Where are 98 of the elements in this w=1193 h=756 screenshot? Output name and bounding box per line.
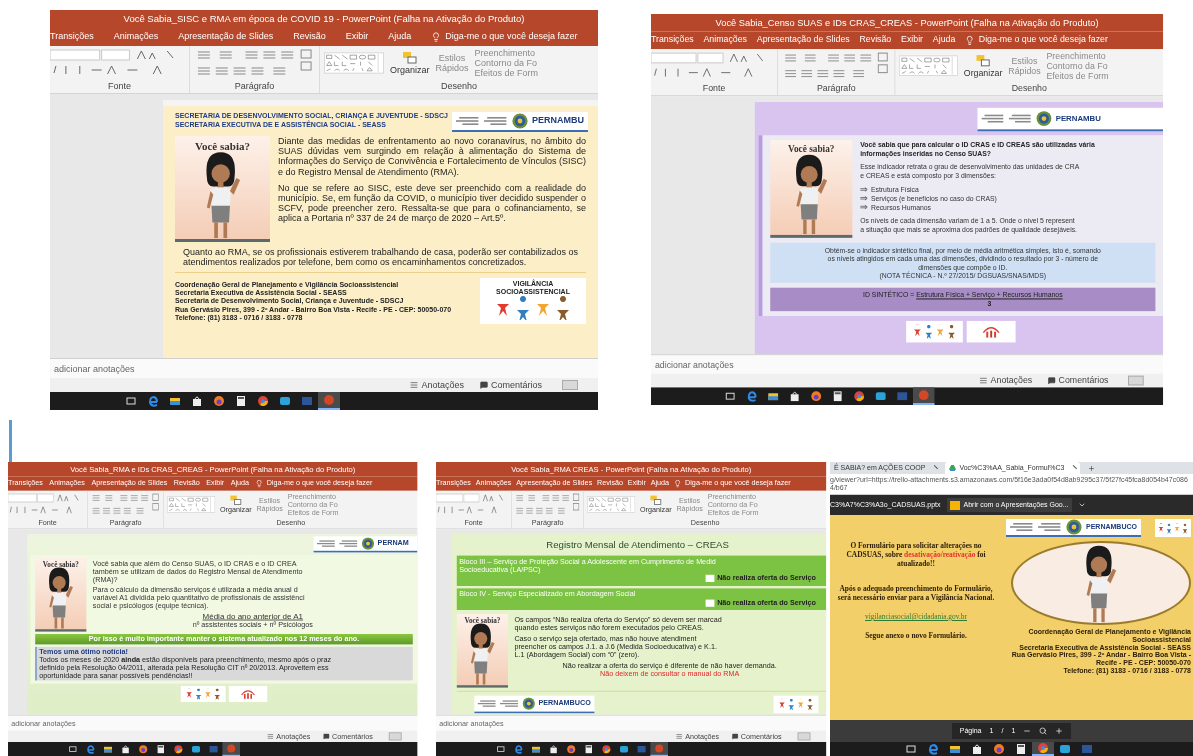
shape-option-button[interactable]: Preenchimento (474, 48, 539, 58)
fine-print-drawing (500, 699, 520, 708)
lightbulb-icon (255, 479, 264, 488)
shape-option-button[interactable]: Efeitos de Form (474, 68, 539, 78)
menu-tab[interactable]: Revisão (859, 33, 892, 47)
menu-tab[interactable]: Exibir (345, 30, 369, 44)
presentation-icon[interactable] (912, 387, 935, 405)
shape-option-button[interactable]: Contorno da Fo (1046, 60, 1109, 71)
presentation-icon[interactable] (650, 742, 668, 756)
emblem-icon (1036, 110, 1052, 127)
logo-text: PERNAMBU (531, 114, 584, 128)
paragraph: Diante das medidas de enfrentamento ao novo coranavírus, no âmbito do SUAS dúvidas vem surgindo em relação à alimentação do Sistema de Informações do Serviço de Convivência e Fortalecimento de Vínculos (SISC) e do Registro Mensal de Atendimento (RMA). (278, 136, 586, 177)
menu-tab[interactable]: Animações (113, 30, 159, 44)
card-title: Você sabia? (195, 139, 250, 154)
menu-tab[interactable]: Ajuda (932, 33, 956, 47)
menu-tab[interactable]: Transições (50, 30, 94, 44)
notes-field: adicionar anotações (651, 354, 1164, 374)
lightbulb-icon (431, 32, 442, 42)
notes-field: adicionar anotações (50, 358, 598, 378)
fine-print-drawing (316, 539, 336, 548)
group-label: Desenho (440, 80, 478, 92)
paragraph: No que se refere ao SISC, este deve ser preenchido com a realidade do município. Se, em função da COVID, o município tiver decidido suspender o SCFV, pode preencher zero. Ressalta-se que para o cofinanciamento, se aplica a Portaria nº 337 de 24 de março de 2020 – Art.5º. (278, 182, 586, 224)
fine-print-drawing (981, 113, 1005, 124)
fine-print-drawing (1038, 522, 1062, 532)
arrange-button[interactable]: Organizar (963, 54, 1003, 78)
double-arrow-icon (860, 204, 868, 210)
fine-print-drawing (477, 699, 497, 708)
dropdown-caret-icon[interactable] (1077, 501, 1086, 509)
family-icon (240, 688, 256, 700)
arrange-icon (401, 51, 418, 65)
checkbox[interactable] (705, 575, 715, 583)
slide-heading: Registro Mensal de Atendimento – CREAS (545, 538, 730, 553)
menu-tab[interactable]: Ajuda (388, 30, 412, 44)
fine-print-drawing (339, 539, 359, 548)
cartoon-woman-drawing (469, 622, 496, 686)
family-icon (981, 324, 1001, 339)
new-tab-icon[interactable] (1088, 465, 1096, 472)
comments-button[interactable]: Comentários (490, 379, 542, 391)
presentation-icon[interactable] (222, 742, 240, 756)
comment-icon (731, 733, 739, 740)
emblem-icon (1066, 519, 1082, 535)
notes-icon (676, 733, 683, 740)
notes-icon (979, 376, 988, 385)
double-arrow-icon (860, 195, 868, 201)
menu-tab[interactable]: Animações (703, 33, 747, 47)
notes-icon (267, 733, 274, 740)
quick-styles-button[interactable]: Estilos Rápidos (1008, 56, 1041, 76)
fine-print-drawing (455, 116, 480, 126)
card-title: Você sabia? (788, 143, 835, 156)
emblem-icon (522, 697, 536, 710)
zoom-out-icon[interactable] (1023, 727, 1032, 735)
comment-icon (1047, 376, 1056, 385)
fine-print-drawing (483, 116, 508, 126)
menu-tab[interactable]: Apresentação de Slides (178, 30, 274, 44)
emblem-icon (511, 113, 528, 129)
double-arrow-icon (860, 187, 868, 192)
window-title: Você Sabia_Censo SUAS e IDs CRAS_CREAS - PowerPoint (Falha na Ativação do Produto) (651, 14, 1164, 32)
paragraph: Quanto ao RMA, se os profissionais estiverem trabalhando de casa, poderão ser contabilizados os atendimentos realizados por telefone, bem como os encaminhamentos concretizados. (182, 247, 579, 268)
menu-tab[interactable]: Apresentação de Slides (756, 33, 850, 47)
emblem-icon (361, 537, 375, 550)
arrange-icon (229, 494, 243, 506)
drive-icon (949, 465, 957, 471)
circle-logo-icon[interactable] (1032, 742, 1054, 756)
window-title: Você Sabia_SISC e RMA em época de COVID 19 - PowerPoint (Falha na Ativação do Produto) (50, 10, 598, 28)
menu-tab[interactable]: Transições (651, 33, 694, 47)
cartoon-woman-drawing (48, 566, 74, 630)
shape-option-button[interactable]: Efeitos de Form (1046, 70, 1109, 81)
menu-tab[interactable]: Revisão (293, 30, 326, 44)
fine-print-drawing (1008, 113, 1033, 124)
menu-tab[interactable]: Exibir (901, 33, 924, 47)
zoom-icon[interactable] (1039, 727, 1048, 735)
quick-styles-button[interactable]: Estilos Rápidos (435, 53, 469, 73)
fine-print-drawing (1010, 522, 1034, 532)
checkbox[interactable] (705, 599, 715, 607)
notes-button[interactable]: Anotações (979, 374, 1033, 387)
lightbulb-icon (673, 479, 682, 488)
group-label: Fonte (107, 80, 132, 92)
formula-numerator: Média do ano anterior de A1 (202, 612, 304, 621)
shape-option-button[interactable]: Contorno da Fo (474, 58, 539, 68)
arrange-icon (975, 54, 991, 68)
notes-button[interactable]: Anotações (410, 379, 464, 391)
slides-icon (949, 500, 960, 510)
group-label: Fonte (701, 82, 727, 95)
comments-button[interactable]: Comentários (1058, 375, 1109, 386)
comment-icon (323, 733, 330, 740)
group-label: Desenho (1010, 82, 1048, 95)
arrange-button[interactable]: Organizar (390, 51, 430, 75)
arrange-icon (649, 494, 663, 506)
tell-me-field[interactable]: Diga-me o que você deseja fazer (965, 33, 1108, 47)
zoom-in-icon[interactable] (1055, 727, 1064, 735)
group-label: Parágrafo (233, 80, 276, 92)
comment-icon (479, 381, 488, 389)
notes-icon (410, 381, 419, 389)
tell-me-field[interactable]: Diga-me o que você deseja fazer (431, 30, 578, 44)
presentation-icon[interactable] (318, 392, 340, 410)
group-label: Parágrafo (815, 82, 857, 95)
shape-option-button[interactable]: Preenchimento (1046, 51, 1109, 61)
lightbulb-icon (965, 35, 975, 46)
